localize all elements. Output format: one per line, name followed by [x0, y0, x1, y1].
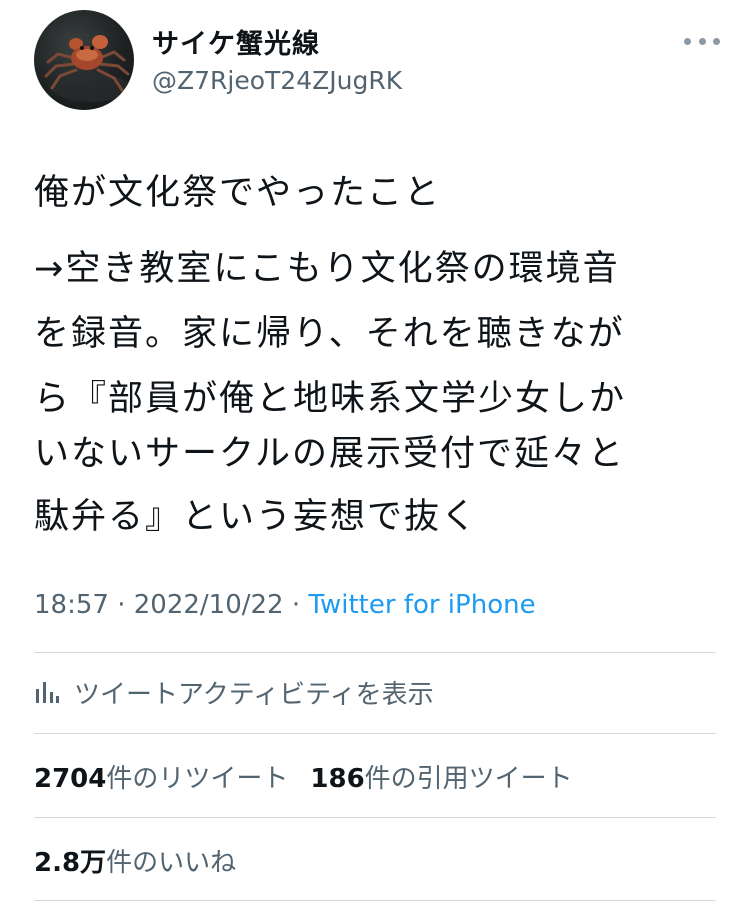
- divider: [34, 817, 716, 818]
- retweets-stat[interactable]: 2704件のリツイート: [34, 764, 288, 794]
- tweet-text-line: を録音。家に帰り、それを聴きなが: [34, 314, 625, 354]
- divider: [34, 900, 716, 901]
- view-activity-label: ツイートアクティビティを表示: [74, 679, 434, 710]
- tweet-text-line: ら『部員が俺と地味系文学少女しか: [34, 379, 627, 419]
- retweet-quote-stats: 2704件のリツイート 186件の引用ツイート: [34, 758, 573, 795]
- tweet-source-link[interactable]: Twitter for iPhone: [308, 590, 535, 620]
- tweet-meta: 18:57 · 2022/10/22 · Twitter for iPhone: [34, 590, 536, 620]
- divider: [34, 733, 716, 734]
- quotes-stat[interactable]: 186件の引用ツイート: [310, 764, 572, 794]
- tweet-text-line: 俺が文化祭でやったこと: [34, 173, 442, 213]
- meta-separator: ·: [283, 590, 309, 620]
- divider: [34, 652, 716, 653]
- more-dot: [698, 37, 706, 45]
- tweet-time[interactable]: 18:57: [34, 590, 109, 620]
- analytics-bars-icon: [36, 682, 59, 703]
- crab-avatar-icon: [44, 35, 132, 102]
- quotes-label: 件の引用ツイート: [364, 764, 573, 794]
- retweets-count: 2704: [34, 764, 107, 794]
- likes-stats: 2.8万件のいいね: [34, 842, 236, 879]
- quotes-count: 186: [310, 764, 365, 794]
- avatar[interactable]: [34, 10, 134, 110]
- view-activity-button[interactable]: ツイートアクティビティを表示: [34, 672, 434, 712]
- user-handle[interactable]: @Z7RjeoT24ZJugRK: [152, 66, 402, 95]
- tweet-text-line: 駄弁る』という妄想で抜く: [34, 497, 479, 537]
- tweet-date[interactable]: 2022/10/22: [134, 590, 284, 620]
- meta-separator: ·: [108, 590, 134, 620]
- more-dot: [713, 37, 720, 45]
- likes-stat[interactable]: 2.8万件のいいね: [34, 848, 236, 878]
- retweets-label: 件のリツイート: [106, 764, 289, 794]
- likes-label: 件のいいね: [106, 848, 237, 878]
- likes-count: 2.8万: [34, 848, 107, 878]
- tweet-text-line: →空き教室にこもり文化祭の環境音: [34, 249, 620, 289]
- display-name[interactable]: サイケ蟹光線: [152, 22, 320, 61]
- more-dot: [684, 37, 691, 45]
- tweet-text-line: いないサークルの展示受付で延々と: [34, 434, 625, 474]
- more-options-icon[interactable]: [684, 34, 720, 48]
